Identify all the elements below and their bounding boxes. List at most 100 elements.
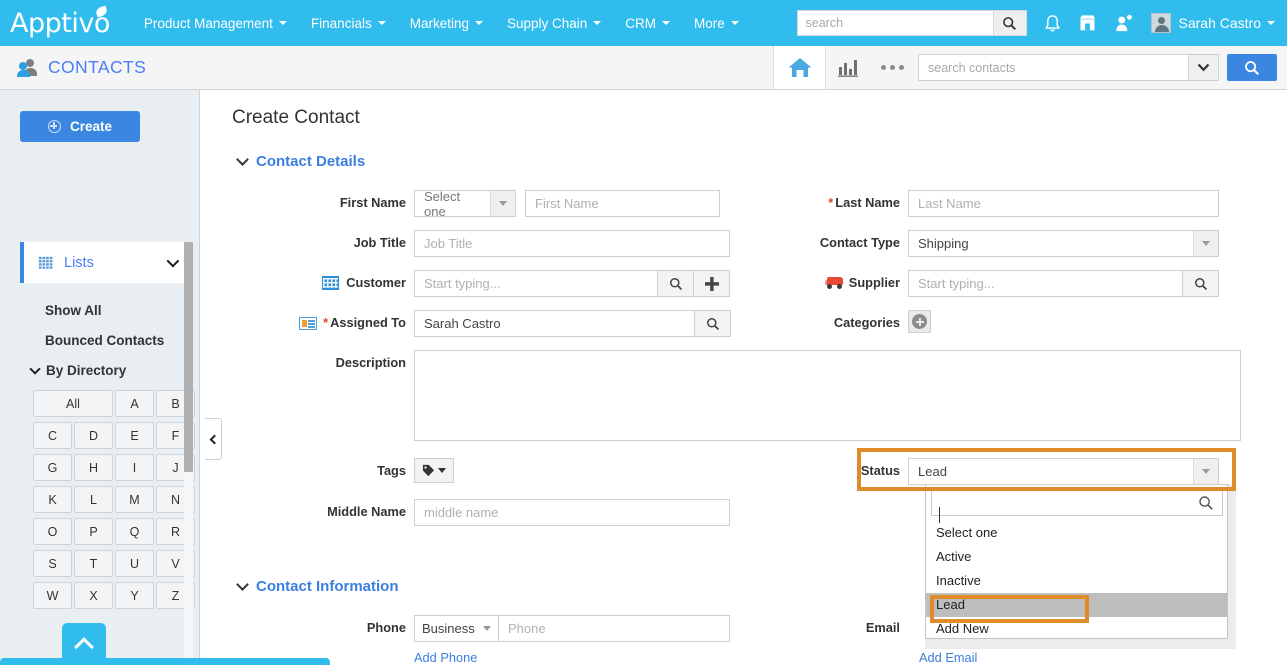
directory-filter-all[interactable]: All (33, 390, 113, 417)
letter: Q (130, 525, 140, 539)
sidebar-group-by-directory[interactable]: By Directory (31, 363, 126, 378)
plus-circle-icon (912, 314, 927, 329)
status-dropdown-panel: Select one Active Inactive Lead Add New (925, 484, 1228, 639)
global-search-button[interactable] (993, 11, 1026, 35)
field-label-categories: Categories (801, 310, 900, 336)
create-button[interactable]: Create (20, 111, 140, 142)
apptivo-logo[interactable]: Apptivo (10, 8, 110, 39)
letter: G (48, 461, 58, 475)
sidebar-scrollbar-thumb[interactable] (184, 242, 193, 472)
job-title-input[interactable] (414, 230, 730, 257)
directory-filter-e[interactable]: E (115, 422, 154, 449)
status-select[interactable]: Lead (908, 458, 1219, 485)
sidebar-scrollbar[interactable] (184, 242, 193, 665)
contacts-search-dropdown[interactable] (1188, 54, 1219, 81)
more-dots-icon (881, 65, 904, 70)
reports-button[interactable] (826, 46, 870, 89)
add-user-button[interactable] (1114, 14, 1133, 33)
module-title-text: CONTACTS (48, 57, 146, 78)
status-dropdown-options: Select one Active Inactive Lead Add New (926, 521, 1227, 641)
directory-filter-t[interactable]: T (74, 550, 113, 577)
label-text: Supplier (849, 270, 900, 296)
id-card-icon (299, 315, 317, 331)
assigned-to-search-button[interactable] (695, 310, 731, 337)
directory-filter-y[interactable]: Y (115, 582, 154, 609)
contacts-search-input[interactable] (918, 54, 1188, 81)
avatar (1151, 13, 1171, 33)
sidebar-item-lists[interactable]: Lists (20, 242, 186, 283)
sidebar-item-show-all[interactable]: Show All (45, 303, 102, 318)
status-option-lead[interactable]: Lead (926, 593, 1227, 617)
first-name-input[interactable] (525, 190, 720, 217)
status-dropdown-search[interactable] (931, 490, 1223, 516)
directory-filter-d[interactable]: D (74, 422, 113, 449)
customer-add-button[interactable] (694, 270, 730, 297)
directory-filter-i[interactable]: I (115, 454, 154, 481)
sidebar-item-bounced-contacts[interactable]: Bounced Contacts (45, 333, 164, 348)
directory-filter-u[interactable]: U (115, 550, 154, 577)
letter: N (171, 493, 180, 507)
chevron-down-icon (236, 153, 249, 166)
letter: D (89, 429, 98, 443)
nav-item-crm[interactable]: CRM (613, 0, 682, 46)
directory-filter-p[interactable]: P (74, 518, 113, 545)
directory-filter-s[interactable]: S (33, 550, 72, 577)
user-menu[interactable]: Sarah Castro (1151, 13, 1275, 33)
nav-item-product-management[interactable]: Product Management (132, 0, 299, 46)
directory-filter-c[interactable]: C (33, 422, 72, 449)
sidebar-collapse-handle[interactable] (205, 418, 222, 460)
nav-item-more[interactable]: More (682, 0, 751, 46)
directory-filter-k[interactable]: K (33, 486, 72, 513)
contacts-search-button[interactable] (1227, 54, 1277, 81)
customer-input[interactable] (414, 270, 658, 297)
salutation-select[interactable]: Select one (414, 190, 516, 217)
option-label: Add New (936, 621, 989, 636)
section-contact-details[interactable]: Contact Details (238, 153, 365, 170)
status-option-active[interactable]: Active (926, 545, 1227, 569)
contact-type-select[interactable]: Shipping (908, 230, 1219, 257)
directory-filter-l[interactable]: L (74, 486, 113, 513)
assigned-to-input[interactable] (414, 310, 695, 337)
phone-type-select[interactable]: Business (414, 615, 499, 642)
user-add-icon (1114, 14, 1133, 33)
nav-item-supply-chain[interactable]: Supply Chain (495, 0, 613, 46)
section-contact-information[interactable]: Contact Information (238, 578, 399, 595)
letter: W (47, 589, 59, 603)
supplier-input[interactable] (908, 270, 1183, 297)
status-option-add-new[interactable]: Add New (926, 617, 1227, 641)
field-label-contact-type: Contact Type (801, 230, 900, 256)
home-button[interactable] (773, 46, 826, 89)
directory-filter-g[interactable]: G (33, 454, 72, 481)
add-email-link[interactable]: Add Email (919, 650, 977, 665)
customer-search-button[interactable] (658, 270, 694, 297)
nav-item-marketing[interactable]: Marketing (398, 0, 495, 46)
directory-filter-w[interactable]: W (33, 582, 72, 609)
truck-icon (825, 275, 843, 291)
field-label-tags: Tags (231, 458, 406, 484)
last-name-input[interactable] (908, 190, 1219, 217)
add-phone-link[interactable]: Add Phone (414, 650, 477, 665)
directory-filter-x[interactable]: X (74, 582, 113, 609)
middle-name-input[interactable] (414, 499, 730, 526)
field-tags: Tags (231, 458, 454, 484)
phone-input[interactable] (499, 615, 730, 642)
status-option-inactive[interactable]: Inactive (926, 569, 1227, 593)
directory-filter-a[interactable]: A (115, 390, 154, 417)
directory-filter-o[interactable]: O (33, 518, 72, 545)
directory-filter-q[interactable]: Q (115, 518, 154, 545)
supplier-search-button[interactable] (1183, 270, 1219, 297)
more-options-button[interactable] (870, 46, 914, 89)
search-icon (706, 317, 720, 331)
nav-item-financials[interactable]: Financials (299, 0, 398, 46)
directory-filter-h[interactable]: H (74, 454, 113, 481)
description-textarea[interactable] (414, 350, 1241, 441)
directory-filter-m[interactable]: M (115, 486, 154, 513)
categories-add-button[interactable] (908, 310, 931, 333)
store-button[interactable] (1078, 14, 1097, 32)
tags-dropdown-button[interactable] (414, 458, 454, 483)
notifications-button[interactable] (1044, 14, 1061, 33)
letter: V (171, 557, 179, 571)
field-label-email: Email (801, 615, 900, 641)
status-option-select-one[interactable]: Select one (926, 521, 1227, 545)
global-search-input[interactable] (798, 11, 993, 35)
